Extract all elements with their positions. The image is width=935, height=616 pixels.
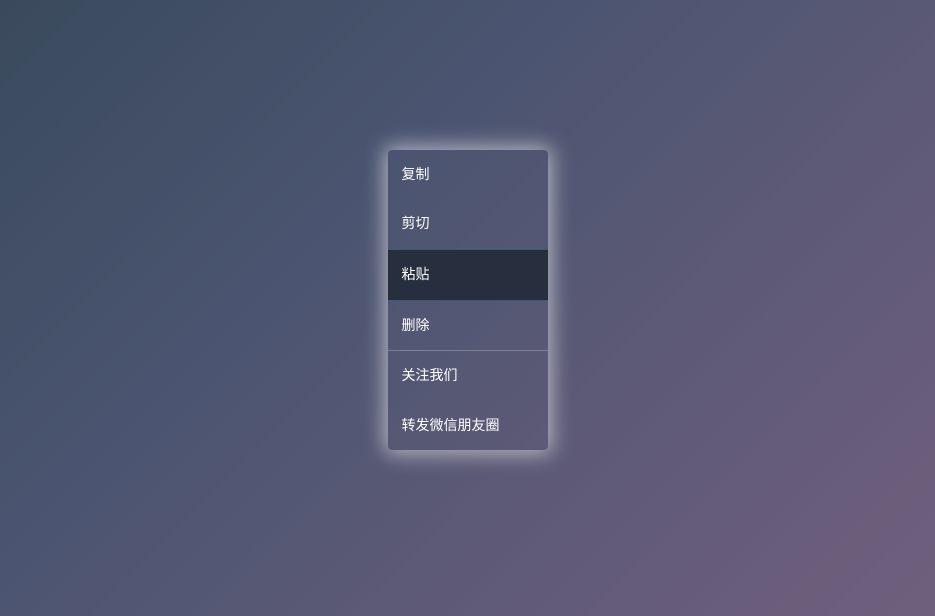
context-menu: 复制 剪切 粘贴 删除 关注我们 转发微信朋友圈	[388, 150, 548, 451]
menu-item-paste[interactable]: 粘贴	[388, 249, 548, 301]
menu-item-follow-us[interactable]: 关注我们	[388, 351, 548, 401]
menu-item-share-wechat[interactable]: 转发微信朋友圈	[388, 401, 548, 451]
menu-item-delete[interactable]: 删除	[388, 301, 548, 351]
menu-group-social: 关注我们 转发微信朋友圈	[388, 351, 548, 450]
menu-item-cut[interactable]: 剪切	[388, 199, 548, 249]
menu-group-edit: 复制 剪切 粘贴 删除	[388, 150, 548, 351]
menu-item-copy[interactable]: 复制	[388, 150, 548, 200]
